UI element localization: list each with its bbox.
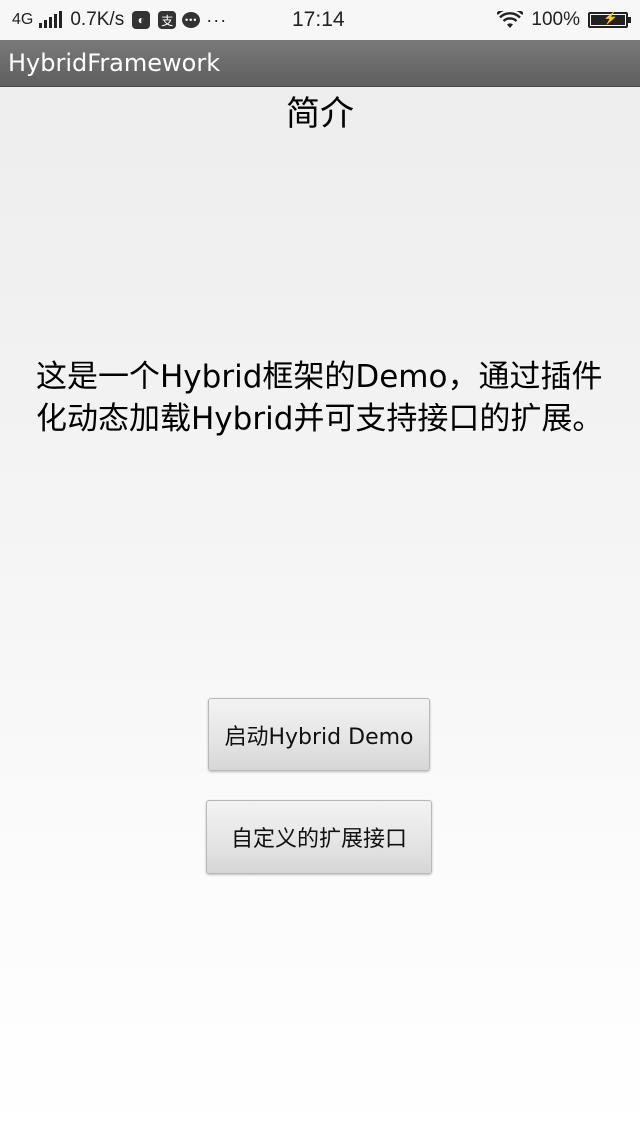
message-icon: •••	[182, 12, 201, 28]
more-notifications-icon: ···	[206, 9, 228, 30]
battery-percent: 100%	[531, 9, 580, 30]
signal-icon	[39, 11, 63, 28]
app-title: HybridFramework	[8, 49, 221, 77]
network-type: 4G	[12, 11, 34, 28]
wifi-icon	[497, 11, 524, 28]
alipay-icon: 支	[158, 11, 177, 29]
app-notification-icon: ◐	[132, 11, 151, 29]
action-bar: HybridFramework	[0, 40, 640, 87]
description-text: 这是一个Hybrid框架的Demo，通过插件化动态加载Hybrid并可支持接口的…	[36, 359, 604, 437]
status-bar-right: 100% ⚡	[497, 0, 631, 40]
clock: 17:14	[292, 8, 345, 31]
launch-hybrid-demo-button[interactable]: 启动Hybrid Demo	[208, 698, 430, 771]
status-bar: 4G 0.7K/s ◐ 支 ••• ··· 17:14 100% ⚡	[0, 0, 640, 40]
network-speed: 0.7K/s	[70, 9, 125, 30]
custom-extension-interface-button[interactable]: 自定义的扩展接口	[206, 800, 432, 874]
page-title: 简介	[286, 94, 354, 134]
charging-icon: ⚡	[603, 11, 618, 25]
battery-icon: ⚡	[588, 11, 631, 28]
status-bar-left: 4G 0.7K/s ◐ 支 ••• ···	[12, 0, 227, 40]
